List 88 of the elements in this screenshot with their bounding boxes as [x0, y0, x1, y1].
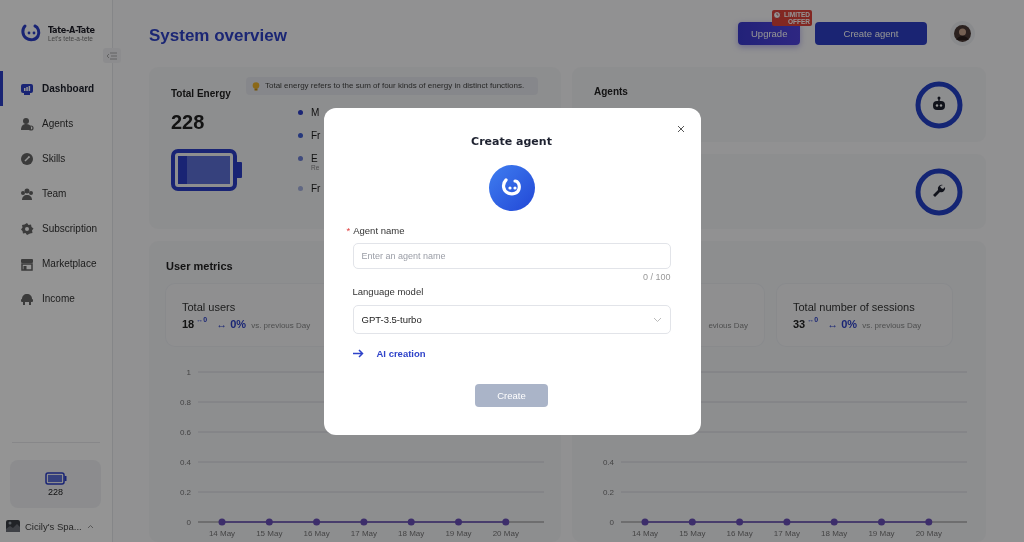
metric-title: Total number of sessions: [793, 300, 916, 313]
dashboard-icon: [20, 81, 34, 96]
panel-title: User metrics: [166, 260, 233, 272]
energy-count: 228: [48, 486, 63, 497]
data-point: [783, 518, 791, 526]
data-point: [265, 518, 273, 526]
legend-label: M: [311, 107, 320, 118]
field-label: Agent name: [353, 225, 405, 236]
create-agent-button[interactable]: Create agent: [815, 22, 927, 45]
sidebar-item[interactable]: Team: [0, 176, 112, 211]
axis-tick-label: 18 May: [821, 529, 848, 538]
axis-tick-label: 16 May: [726, 529, 753, 538]
stat-title: Agents: [594, 86, 628, 97]
data-point: [502, 518, 510, 526]
ai-creation-link[interactable]: AI creation: [352, 348, 426, 359]
axis-tick-label: 0.4: [602, 458, 614, 467]
axis-tick-label: 20 May: [915, 529, 942, 538]
data-point: [360, 518, 368, 526]
energy-value: 228: [171, 111, 206, 134]
sidebar-item[interactable]: Dashboard: [0, 71, 112, 106]
logo-icon: [20, 22, 42, 44]
data-point: [688, 518, 696, 526]
character-counter: 0 / 100: [642, 272, 671, 282]
axis-tick-label: 16 May: [303, 529, 330, 538]
axis-tick-label: 18 May: [398, 529, 425, 538]
wrench-ring-icon: [914, 166, 964, 217]
sidebar-item[interactable]: Subscription: [0, 211, 112, 246]
workspace-switcher[interactable]: Cicily's Spa...: [0, 510, 112, 542]
compass-icon: [20, 151, 34, 166]
axis-tick-label: 19 May: [445, 529, 472, 538]
data-point: [925, 518, 933, 526]
metric-title: Total users: [182, 300, 237, 313]
chevron-down-icon: [652, 316, 662, 323]
data-point: [313, 518, 321, 526]
bulb-icon: [252, 82, 260, 91]
sidebar-item[interactable]: Skills: [0, 141, 112, 176]
axis-tick-label: 0.4: [179, 458, 191, 467]
logo-name: Tate-A-Tate: [48, 24, 95, 35]
data-point: [407, 518, 415, 526]
people-icon: [20, 186, 34, 201]
field-label: Language model: [352, 286, 425, 297]
metric-value: 33: [793, 317, 806, 330]
agent-avatar-icon: [488, 165, 535, 211]
axis-tick-label: 1: [186, 368, 191, 377]
person-icon: [20, 116, 34, 131]
data-point: [878, 518, 885, 526]
axis-tick-label: 14 May: [631, 529, 659, 538]
axis-tick-label: 0.2: [602, 488, 614, 497]
user-avatar[interactable]: [950, 21, 975, 46]
data-point: [830, 518, 838, 526]
metric-change: ↔ 0%: [216, 317, 247, 330]
required-mark: *: [346, 225, 351, 236]
data-point: [641, 518, 649, 526]
metric-value: 18: [182, 317, 195, 330]
legend-label: Fr: [311, 183, 321, 194]
sidebar-item[interactable]: Marketplace: [0, 246, 112, 281]
axis-tick-label: 19 May: [868, 529, 895, 538]
gear-icon: [20, 221, 34, 236]
energy-title: Total Energy: [171, 88, 232, 99]
axis-tick-label: 15 May: [256, 529, 283, 538]
axis-tick-label: 17 May: [773, 529, 800, 538]
axis-tick-label: 14 May: [208, 529, 236, 538]
agent-name-field[interactable]: Enter an agent name: [352, 243, 671, 269]
store-icon: [20, 256, 34, 271]
axis-tick-label: 0.2: [179, 488, 191, 497]
legend-label: E: [311, 153, 318, 164]
arrow-right-icon: [352, 349, 364, 358]
collapse-icon: [107, 51, 117, 60]
axis-tick-label: 17 May: [350, 529, 377, 538]
data-point: [218, 518, 226, 526]
sidebar-item[interactable]: Agents: [0, 106, 112, 141]
dialog-title: Create agent: [470, 135, 553, 148]
axis-tick-label: 15 May: [679, 529, 706, 538]
battery-icon: [44, 471, 67, 485]
page-title: System overview: [149, 25, 288, 46]
robot-ring-icon: [914, 79, 964, 130]
axis-tick-label: 0.6: [179, 428, 191, 437]
language-model-select[interactable]: GPT-3.5-turbo: [352, 305, 671, 334]
battery-icon: [171, 149, 243, 191]
axis-tick-label: 20 May: [492, 529, 519, 538]
metric-change: ↔ 0%: [827, 317, 858, 330]
sidebar-item[interactable]: Income: [0, 281, 112, 316]
data-point: [455, 518, 462, 526]
info-text: Total energy refers to the sum of four kinds of energy in distinct functions.: [265, 81, 525, 91]
data-point: [736, 518, 744, 526]
legend-label: Fr: [311, 130, 321, 141]
caret-icon: [86, 523, 94, 529]
axis-tick-label: 0.8: [179, 398, 191, 407]
